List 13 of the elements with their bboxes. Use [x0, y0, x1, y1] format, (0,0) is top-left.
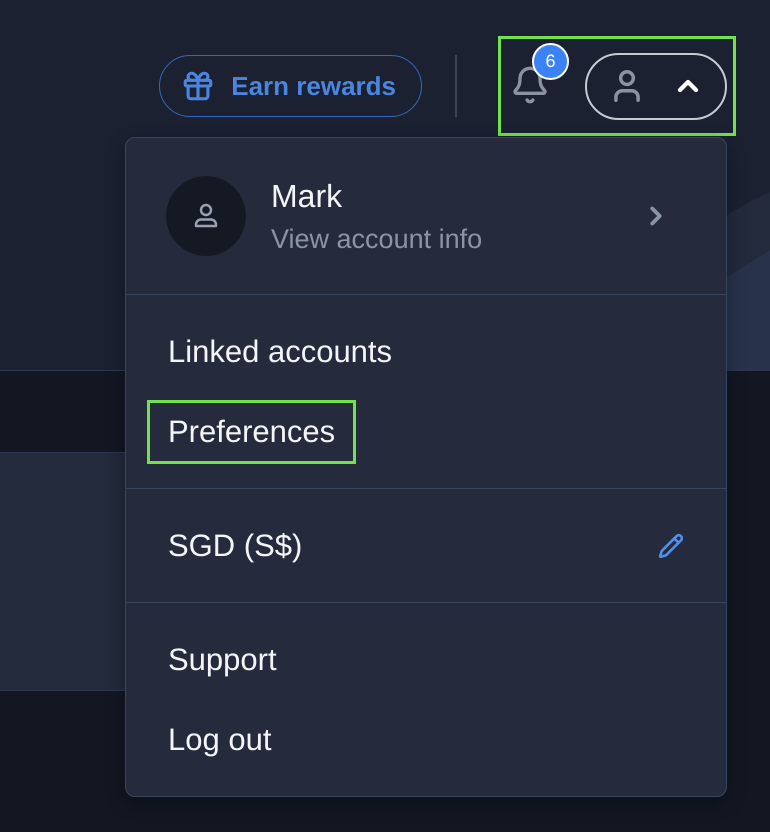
notification-count: 6 — [532, 43, 569, 80]
menu-item[interactable]: Log out — [147, 708, 292, 772]
earn-rewards-button[interactable]: Earn rewards — [159, 55, 422, 117]
edit-pencil-icon[interactable] — [658, 533, 684, 559]
menu-item[interactable]: Support — [147, 628, 298, 692]
user-name: Mark — [271, 177, 342, 215]
menu-item[interactable]: Preferences — [147, 400, 356, 464]
account-menu-button[interactable] — [585, 52, 727, 120]
currency-label: SGD (S$) — [168, 528, 302, 564]
menu-item[interactable]: Linked accounts — [147, 320, 414, 384]
user-avatar-icon — [166, 176, 246, 256]
gift-icon — [181, 69, 216, 103]
account-info-link[interactable]: View account info — [271, 223, 482, 255]
